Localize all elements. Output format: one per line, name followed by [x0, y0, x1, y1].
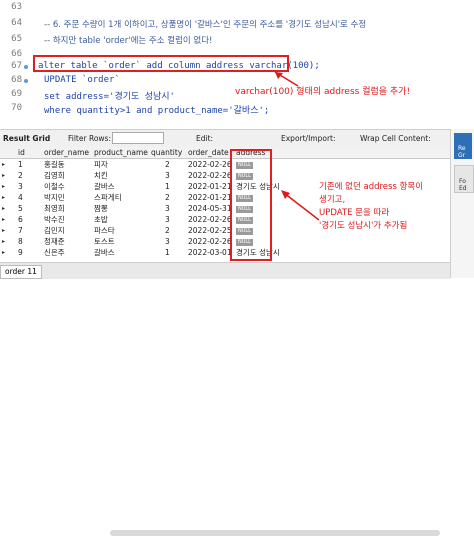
annotation-address-line4: '경기도 성남시'가 추가됨 [319, 221, 408, 231]
result-tab-order[interactable]: order 11 [0, 265, 42, 279]
right-side-panel: Re Gr Fo Ed [450, 129, 474, 278]
annotation-address-line2: 생기고, [319, 195, 346, 205]
annotation-arrow2-icon [281, 190, 320, 221]
form-editor-side-button[interactable]: Fo Ed [454, 165, 474, 193]
form-editor-side-label: Fo Ed [459, 178, 467, 192]
result-grid-side-label: Re Gr [458, 145, 466, 159]
result-grid-side-button[interactable]: Re Gr [454, 133, 472, 159]
annotation-address-line3: UPDATE 문을 따라 [319, 208, 390, 218]
annotation-address-line1: 기존에 없던 address 항목이 [319, 182, 424, 192]
horizontal-scrollbar[interactable] [110, 530, 440, 536]
bottom-tab-bar: order 11 [0, 262, 450, 536]
